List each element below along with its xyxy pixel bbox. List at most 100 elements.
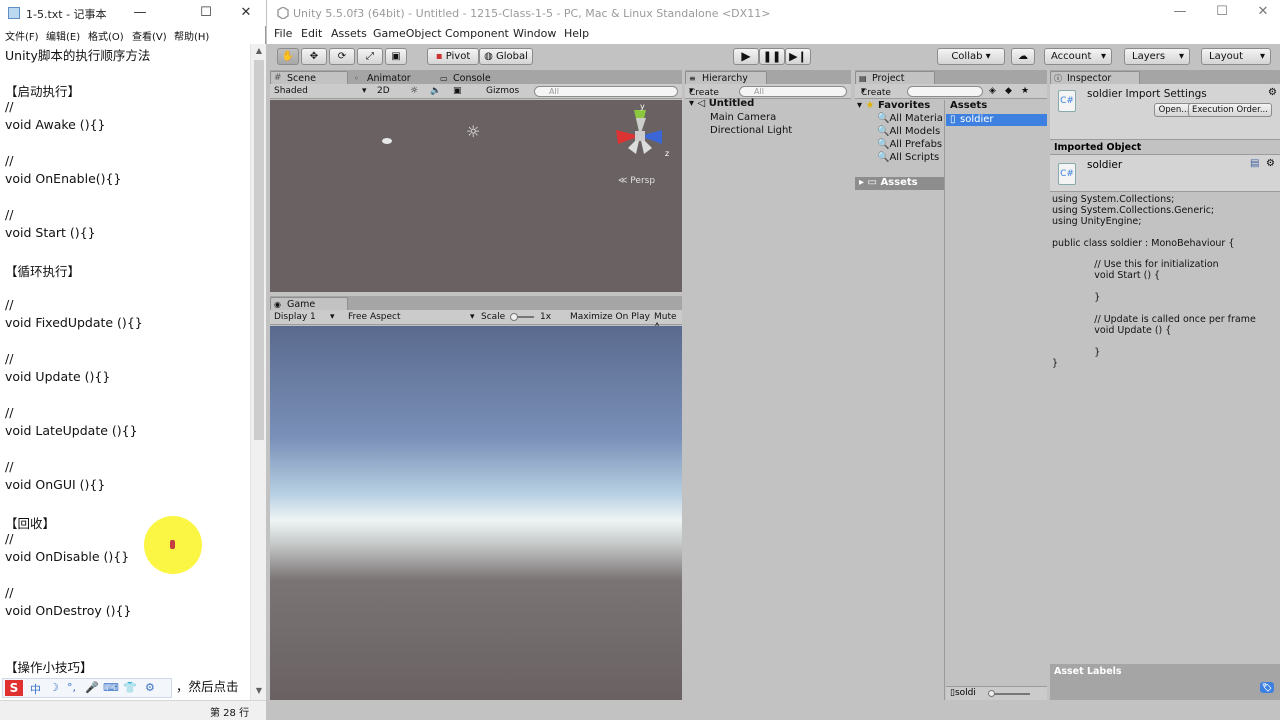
bottom-selection-path[interactable]: ▯soldi — [950, 688, 976, 698]
maximize-button[interactable]: ☐ — [188, 3, 224, 23]
text-line: void OnDestroy (){} — [5, 603, 132, 618]
menu-format[interactable]: 格式(O) — [88, 28, 124, 43]
menu-gameobject[interactable]: GameObject — [373, 27, 442, 40]
tab-animator[interactable]: ◦ Animator — [350, 71, 434, 85]
display-dropdown[interactable]: Display 1 — [274, 312, 316, 322]
project-search-input[interactable] — [907, 86, 983, 97]
tab-inspector[interactable]: ⓘ Inspector — [1050, 71, 1140, 85]
maximize-on-play-toggle[interactable]: Maximize On Play — [570, 312, 650, 322]
menu-view[interactable]: 查看(V) — [132, 28, 167, 43]
unity-maximize-button[interactable]: ☐ — [1204, 4, 1240, 19]
scroll-up-icon[interactable]: ▲ — [254, 46, 264, 56]
tab-console[interactable]: ▭ Console — [436, 71, 516, 85]
text-line: 【启动执行】 — [5, 84, 81, 99]
move-tool-icon[interactable]: ✥ — [301, 48, 327, 65]
scene-viewport[interactable]: ☼ y z ≪ Persp — [270, 100, 682, 292]
collab-dropdown[interactable]: Collab ▾ — [937, 48, 1005, 65]
favorites-folder[interactable]: ▾ ★ Favorites — [857, 100, 930, 111]
favorite-all-scripts[interactable]: 🔍All Scripts — [877, 152, 939, 163]
help-book-icon[interactable]: ▤ — [1250, 158, 1259, 169]
close-button[interactable]: ✕ — [228, 3, 264, 23]
ime-keyboard-icon[interactable]: ⌨ — [103, 681, 119, 694]
scroll-down-icon[interactable]: ▼ — [254, 686, 264, 696]
tab-project[interactable]: ▤ Project — [855, 71, 935, 85]
layout-dropdown[interactable]: Layout ▾ — [1201, 48, 1271, 65]
layers-dropdown[interactable]: Layers ▾ — [1124, 48, 1190, 65]
menu-assets[interactable]: Assets — [331, 27, 367, 40]
tab-hierarchy[interactable]: ≡ Hierarchy — [685, 71, 767, 85]
aspect-dropdown[interactable]: Free Aspect — [348, 312, 401, 322]
game-viewport[interactable] — [270, 326, 682, 700]
toggle-2d-button[interactable]: 2D — [377, 86, 390, 96]
menu-edit[interactable]: Edit — [301, 27, 322, 40]
execution-order-button[interactable]: Execution Order... — [1188, 103, 1272, 117]
menu-file[interactable]: 文件(F) — [5, 28, 39, 43]
rotate-tool-icon[interactable]: ⟳ — [329, 48, 355, 65]
shading-dropdown[interactable]: Shaded — [274, 86, 308, 96]
favorite-all-prefabs[interactable]: 🔍All Prefabs — [877, 139, 942, 150]
icon-size-slider-thumb[interactable] — [988, 690, 995, 697]
ime-mode-icon[interactable]: 中 — [30, 681, 41, 697]
hierarchy-create-dropdown[interactable]: Create ▾ — [689, 86, 719, 98]
cloud-icon[interactable]: ☁ — [1011, 48, 1035, 65]
effects-toggle-icon[interactable]: ▣ — [453, 86, 462, 96]
inspector-gear-icon[interactable]: ⚙ — [1268, 87, 1277, 98]
assets-folder-selected[interactable]: ▸ ▭ Assets — [855, 177, 944, 190]
camera-gizmo-icon[interactable] — [382, 138, 392, 144]
hierarchy-item-main-camera[interactable]: Main Camera — [710, 112, 776, 123]
scene-axis-gizmo[interactable]: y z — [606, 104, 676, 164]
account-dropdown[interactable]: Account ▾ — [1044, 48, 1112, 65]
asset-item-soldier[interactable]: ▯ soldier — [946, 114, 1047, 126]
ime-mic-icon[interactable]: 🎤 — [85, 681, 99, 694]
scale-slider-thumb[interactable] — [510, 313, 518, 321]
gizmos-dropdown[interactable]: Gizmos — [486, 86, 519, 96]
menu-window[interactable]: Window — [513, 27, 556, 40]
ime-tools-icon[interactable]: ⚙ — [145, 681, 155, 694]
tab-game[interactable]: ◉ Game — [270, 297, 348, 311]
tab-scene[interactable]: # Scene — [270, 71, 348, 85]
menu-help[interactable]: Help — [564, 27, 589, 40]
filter-by-type-icon[interactable]: ◈ — [989, 86, 996, 96]
favorite-all-materials[interactable]: 🔍All Materia — [877, 113, 943, 124]
hierarchy-search-input[interactable]: All — [739, 86, 847, 97]
vertical-scrollbar[interactable]: ▲ ▼ — [250, 44, 266, 700]
lighting-toggle-icon[interactable]: ☼ — [410, 86, 418, 96]
scene-root-item[interactable]: ▾ ◁ Untitled — [689, 98, 754, 109]
menu-help[interactable]: 帮助(H) — [174, 28, 209, 43]
light-gizmo-icon[interactable]: ☼ — [466, 122, 480, 141]
filter-by-label-icon[interactable]: ◆ — [1005, 86, 1012, 96]
icon-size-slider[interactable] — [990, 693, 1030, 695]
scene-search-input[interactable]: All — [534, 86, 678, 97]
hierarchy-item-directional-light[interactable]: Directional Light — [710, 125, 792, 136]
menu-file[interactable]: File — [274, 27, 292, 40]
minimize-button[interactable]: — — [122, 3, 158, 23]
notepad-text-area[interactable]: Unity脚本的执行顺序方法 【启动执行】//void Awake (){}//v… — [5, 44, 249, 694]
play-button[interactable]: ▶ — [733, 48, 759, 65]
pause-button[interactable]: ❚❚ — [759, 48, 785, 65]
favorite-all-models[interactable]: 🔍All Models — [877, 126, 940, 137]
notepad-menubar: 文件(F) 编辑(E) 格式(O) 查看(V) 帮助(H) — [0, 26, 266, 44]
star-filter-icon[interactable]: ★ — [1021, 86, 1029, 96]
menu-component[interactable]: Component — [445, 27, 509, 40]
scale-tool-icon[interactable]: ⤢ — [357, 48, 383, 65]
persp-label[interactable]: ≪ Persp — [618, 176, 655, 186]
step-button[interactable]: ▶❙ — [785, 48, 811, 65]
unity-close-button[interactable]: ✕ — [1245, 4, 1280, 19]
ime-skin-icon[interactable]: 👕 — [123, 681, 137, 694]
global-toggle[interactable]: ◍ Global — [479, 48, 533, 65]
sogou-logo-icon[interactable]: S — [5, 680, 23, 696]
hand-tool-icon[interactable]: ✋ — [277, 48, 299, 65]
pivot-toggle[interactable]: ▪ Pivot — [427, 48, 479, 65]
ime-toolbar[interactable]: S 中 ☽ °, 🎤 ⌨ 👕 ⚙ — [2, 678, 172, 698]
scroll-thumb[interactable] — [254, 60, 264, 440]
object-gear-icon[interactable]: ⚙ — [1266, 158, 1275, 169]
project-create-dropdown[interactable]: Create ▾ — [861, 86, 891, 98]
favorite-all-models-label: All Models — [889, 126, 941, 137]
rect-tool-icon[interactable]: ▣ — [385, 48, 407, 65]
label-tag-icon[interactable]: 🏷 — [1260, 682, 1274, 693]
audio-toggle-icon[interactable]: 🔈 — [430, 86, 441, 96]
ime-punct-icon[interactable]: °, — [67, 681, 76, 694]
menu-edit[interactable]: 编辑(E) — [46, 28, 80, 43]
unity-minimize-button[interactable]: — — [1162, 4, 1198, 19]
ime-moon-icon[interactable]: ☽ — [49, 681, 59, 694]
